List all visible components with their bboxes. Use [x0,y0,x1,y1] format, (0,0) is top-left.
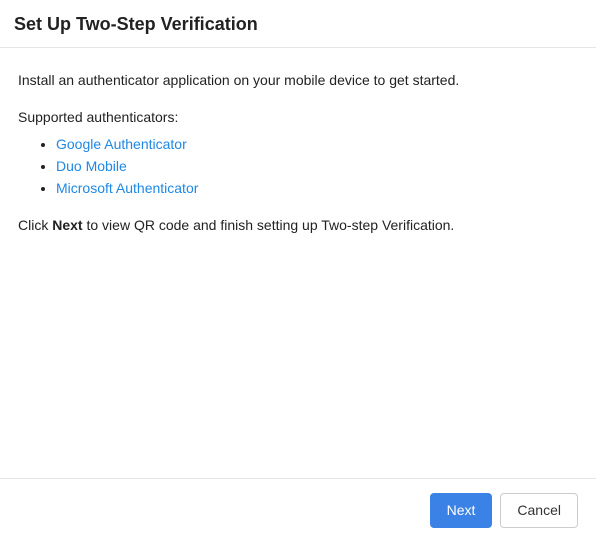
intro-text: Install an authenticator application on … [18,70,578,91]
list-item: Google Authenticator [56,134,578,155]
instruction-suffix: to view QR code and finish setting up Tw… [83,217,455,233]
dialog-body: Install an authenticator application on … [0,48,596,478]
list-item: Microsoft Authenticator [56,178,578,199]
dialog-header: Set Up Two-Step Verification [0,0,596,48]
cancel-button[interactable]: Cancel [500,493,578,528]
instruction-bold: Next [52,217,82,233]
next-instruction: Click Next to view QR code and finish se… [18,215,578,236]
duo-mobile-link[interactable]: Duo Mobile [56,158,127,174]
microsoft-authenticator-link[interactable]: Microsoft Authenticator [56,180,198,196]
google-authenticator-link[interactable]: Google Authenticator [56,136,187,152]
instruction-prefix: Click [18,217,52,233]
authenticator-list: Google Authenticator Duo Mobile Microsof… [18,134,578,199]
supported-authenticators-label: Supported authenticators: [18,107,578,128]
dialog-title: Set Up Two-Step Verification [14,14,580,35]
dialog-footer: Next Cancel [0,478,596,542]
list-item: Duo Mobile [56,156,578,177]
next-button[interactable]: Next [430,493,493,528]
